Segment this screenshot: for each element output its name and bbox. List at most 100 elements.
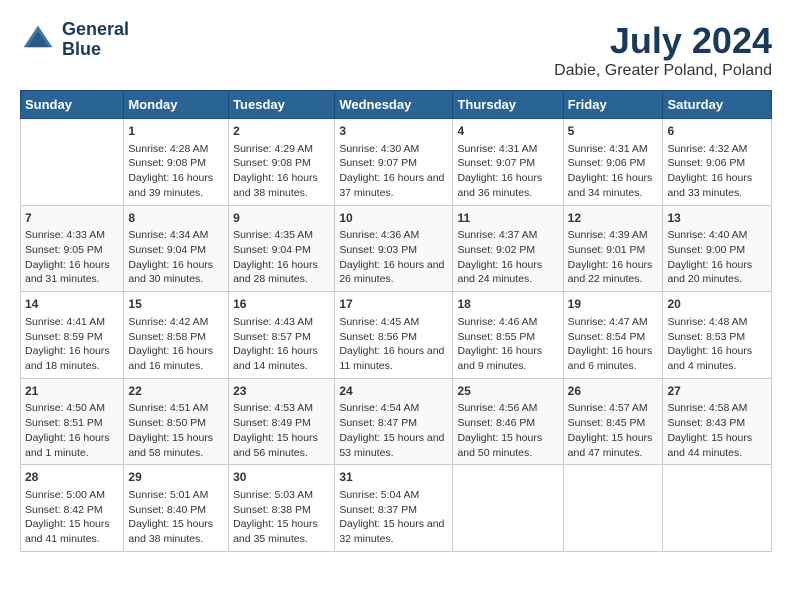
cell-content: Sunrise: 4:45 AM Sunset: 8:56 PM Dayligh… — [339, 315, 448, 374]
cell-content: Sunrise: 5:01 AM Sunset: 8:40 PM Dayligh… — [128, 488, 224, 547]
calendar-cell: 3Sunrise: 4:30 AM Sunset: 9:07 PM Daylig… — [335, 119, 453, 206]
calendar-cell: 16 Sunrise: 4:43 AM Sunset: 8:57 PM Dayli… — [229, 292, 335, 379]
calendar-cell — [663, 465, 772, 552]
logo: General Blue — [20, 20, 129, 60]
col-sunday: Sunday — [21, 91, 124, 119]
cell-content: Sunrise: 4:42 AM Sunset: 8:58 PM Dayligh… — [128, 315, 224, 374]
calendar-cell: 27Sunrise: 4:58 AM Sunset: 8:43 PM Dayli… — [663, 378, 772, 465]
location-title: Dabie, Greater Poland, Poland — [554, 62, 772, 80]
calendar-week-4: 21Sunrise: 4:50 AM Sunset: 8:51 PM Dayli… — [21, 378, 772, 465]
cell-content: Sunrise: 4:43 AM Sunset: 8:57 PM Dayligh… — [233, 315, 330, 374]
day-number: 22 — [128, 383, 224, 400]
col-wednesday: Wednesday — [335, 91, 453, 119]
cell-content: Sunrise: 4:32 AM Sunset: 9:06 PM Dayligh… — [667, 142, 767, 201]
day-number: 19 — [568, 296, 659, 313]
cell-content: Sunrise: 4:31 AM Sunset: 9:07 PM Dayligh… — [457, 142, 558, 201]
day-number: 3 — [339, 123, 448, 140]
calendar-cell: 17 Sunrise: 4:45 AM Sunset: 8:56 PM Dayli… — [335, 292, 453, 379]
cell-content: Sunrise: 4:53 AM Sunset: 8:49 PM Dayligh… — [233, 401, 330, 460]
calendar-cell — [563, 465, 663, 552]
calendar-cell: 20 Sunrise: 4:48 AM Sunset: 8:53 PM Dayli… — [663, 292, 772, 379]
cell-content: Sunrise: 4:48 AM Sunset: 8:53 PM Dayligh… — [667, 315, 767, 374]
col-monday: Monday — [124, 91, 229, 119]
cell-content: Sunrise: 4:54 AM Sunset: 8:47 PM Dayligh… — [339, 401, 448, 460]
calendar-cell: 10Sunrise: 4:36 AM Sunset: 9:03 PM Dayli… — [335, 205, 453, 292]
cell-content: Sunrise: 5:04 AM Sunset: 8:37 PM Dayligh… — [339, 488, 448, 547]
cell-content: Sunrise: 4:33 AM Sunset: 9:05 PM Dayligh… — [25, 228, 119, 287]
day-number: 14 — [25, 296, 119, 313]
day-number: 30 — [233, 469, 330, 486]
cell-content: Sunrise: 4:36 AM Sunset: 9:03 PM Dayligh… — [339, 228, 448, 287]
cell-content: Sunrise: 5:03 AM Sunset: 8:38 PM Dayligh… — [233, 488, 330, 547]
page-header: General Blue July 2024 Dabie, Greater Po… — [20, 20, 772, 80]
cell-content: Sunrise: 5:00 AM Sunset: 8:42 PM Dayligh… — [25, 488, 119, 547]
day-number: 16 — [233, 296, 330, 313]
calendar-cell: 9Sunrise: 4:35 AM Sunset: 9:04 PM Daylig… — [229, 205, 335, 292]
day-number: 23 — [233, 383, 330, 400]
calendar-cell: 7Sunrise: 4:33 AM Sunset: 9:05 PM Daylig… — [21, 205, 124, 292]
calendar-cell: 5 Sunrise: 4:31 AM Sunset: 9:06 PM Daylig… — [563, 119, 663, 206]
day-number: 15 — [128, 296, 224, 313]
cell-content: Sunrise: 4:40 AM Sunset: 9:00 PM Dayligh… — [667, 228, 767, 287]
calendar-cell: 4 Sunrise: 4:31 AM Sunset: 9:07 PM Daylig… — [453, 119, 563, 206]
day-number: 27 — [667, 383, 767, 400]
day-number: 17 — [339, 296, 448, 313]
day-number: 1 — [128, 123, 224, 140]
logo-text: General Blue — [62, 20, 129, 60]
calendar-cell: 22Sunrise: 4:51 AM Sunset: 8:50 PM Dayli… — [124, 378, 229, 465]
logo-line2: Blue — [62, 40, 129, 60]
calendar-cell: 24Sunrise: 4:54 AM Sunset: 8:47 PM Dayli… — [335, 378, 453, 465]
col-thursday: Thursday — [453, 91, 563, 119]
day-number: 28 — [25, 469, 119, 486]
calendar-cell: 12Sunrise: 4:39 AM Sunset: 9:01 PM Dayli… — [563, 205, 663, 292]
calendar-cell: 21Sunrise: 4:50 AM Sunset: 8:51 PM Dayli… — [21, 378, 124, 465]
calendar-cell: 18 Sunrise: 4:46 AM Sunset: 8:55 PM Dayli… — [453, 292, 563, 379]
cell-content: Sunrise: 4:37 AM Sunset: 9:02 PM Dayligh… — [457, 228, 558, 287]
cell-content: Sunrise: 4:50 AM Sunset: 8:51 PM Dayligh… — [25, 401, 119, 460]
day-number: 5 — [568, 123, 659, 140]
cell-content: Sunrise: 4:39 AM Sunset: 9:01 PM Dayligh… — [568, 228, 659, 287]
day-number: 20 — [667, 296, 767, 313]
calendar-cell: 13Sunrise: 4:40 AM Sunset: 9:00 PM Dayli… — [663, 205, 772, 292]
cell-content: Sunrise: 4:51 AM Sunset: 8:50 PM Dayligh… — [128, 401, 224, 460]
day-number: 10 — [339, 210, 448, 227]
logo-line1: General — [62, 20, 129, 40]
cell-content: Sunrise: 4:46 AM Sunset: 8:55 PM Dayligh… — [457, 315, 558, 374]
day-number: 2 — [233, 123, 330, 140]
cell-content: Sunrise: 4:35 AM Sunset: 9:04 PM Dayligh… — [233, 228, 330, 287]
calendar-cell: 6 Sunrise: 4:32 AM Sunset: 9:06 PM Daylig… — [663, 119, 772, 206]
cell-content: Sunrise: 4:31 AM Sunset: 9:06 PM Dayligh… — [568, 142, 659, 201]
day-number: 29 — [128, 469, 224, 486]
calendar-cell: 1Sunrise: 4:28 AM Sunset: 9:08 PM Daylig… — [124, 119, 229, 206]
calendar-week-2: 7Sunrise: 4:33 AM Sunset: 9:05 PM Daylig… — [21, 205, 772, 292]
calendar-body: 1Sunrise: 4:28 AM Sunset: 9:08 PM Daylig… — [21, 119, 772, 552]
calendar-week-1: 1Sunrise: 4:28 AM Sunset: 9:08 PM Daylig… — [21, 119, 772, 206]
day-number: 13 — [667, 210, 767, 227]
calendar-cell: 30 Sunrise: 5:03 AM Sunset: 8:38 PM Dayli… — [229, 465, 335, 552]
cell-content: Sunrise: 4:58 AM Sunset: 8:43 PM Dayligh… — [667, 401, 767, 460]
day-number: 7 — [25, 210, 119, 227]
day-number: 4 — [457, 123, 558, 140]
day-number: 21 — [25, 383, 119, 400]
day-number: 24 — [339, 383, 448, 400]
day-number: 8 — [128, 210, 224, 227]
cell-content: Sunrise: 4:41 AM Sunset: 8:59 PM Dayligh… — [25, 315, 119, 374]
day-number: 18 — [457, 296, 558, 313]
calendar-week-3: 14 Sunrise: 4:41 AM Sunset: 8:59 PM Dayli… — [21, 292, 772, 379]
day-number: 6 — [667, 123, 767, 140]
calendar-cell — [453, 465, 563, 552]
calendar-cell: 11Sunrise: 4:37 AM Sunset: 9:02 PM Dayli… — [453, 205, 563, 292]
calendar-week-5: 28 Sunrise: 5:00 AM Sunset: 8:42 PM Dayli… — [21, 465, 772, 552]
calendar-header: Sunday Monday Tuesday Wednesday Thursday… — [21, 91, 772, 119]
day-number: 9 — [233, 210, 330, 227]
header-row: Sunday Monday Tuesday Wednesday Thursday… — [21, 91, 772, 119]
cell-content: Sunrise: 4:47 AM Sunset: 8:54 PM Dayligh… — [568, 315, 659, 374]
col-friday: Friday — [563, 91, 663, 119]
calendar-cell: 23Sunrise: 4:53 AM Sunset: 8:49 PM Dayli… — [229, 378, 335, 465]
calendar-cell: 31Sunrise: 5:04 AM Sunset: 8:37 PM Dayli… — [335, 465, 453, 552]
calendar-cell: 14 Sunrise: 4:41 AM Sunset: 8:59 PM Dayli… — [21, 292, 124, 379]
logo-icon — [20, 22, 56, 58]
col-saturday: Saturday — [663, 91, 772, 119]
title-section: July 2024 Dabie, Greater Poland, Poland — [554, 20, 772, 80]
calendar-cell: 28 Sunrise: 5:00 AM Sunset: 8:42 PM Dayli… — [21, 465, 124, 552]
